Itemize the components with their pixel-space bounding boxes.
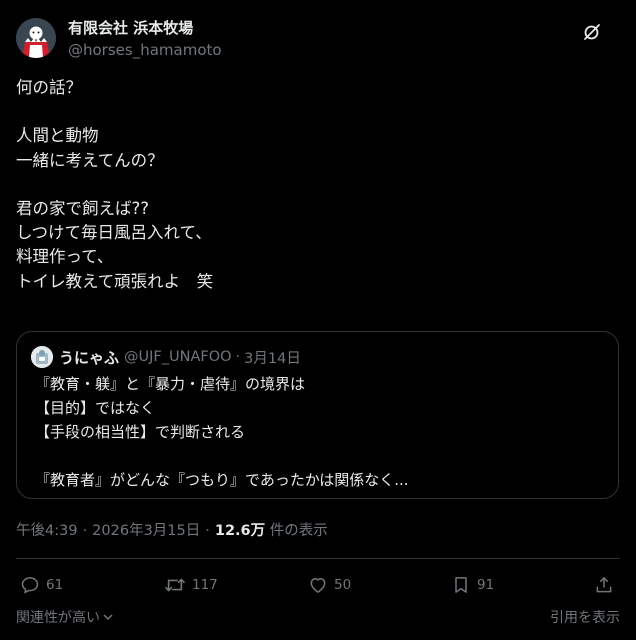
author-names: 有限会社 浜本牧場 @horses_hamamoto bbox=[68, 18, 222, 60]
like-icon bbox=[310, 578, 326, 593]
like-count: 50 bbox=[334, 577, 352, 593]
avatar-image bbox=[16, 18, 56, 58]
meta-separator: · bbox=[82, 523, 88, 539]
relevance-sort-button[interactable]: 関連性が高い bbox=[16, 607, 114, 627]
quoted-post-text: 『教育・躾』と『暴力・虐待』の境界は 【目的】ではなく 【手段の相当性】で判断さ… bbox=[35, 375, 409, 489]
reply-icon bbox=[21, 577, 39, 594]
share-button[interactable] bbox=[594, 572, 620, 598]
repost-count: 117 bbox=[192, 577, 218, 593]
repost-button[interactable]: 117 bbox=[164, 572, 218, 598]
author-handle[interactable]: @horses_hamamoto bbox=[68, 40, 222, 60]
action-bar: 61 117 50 91 bbox=[16, 572, 620, 598]
divider bbox=[16, 558, 620, 559]
post-header: 有限会社 浜本牧場 @horses_hamamoto bbox=[16, 16, 620, 64]
bookmark-button[interactable]: 91 bbox=[451, 572, 494, 598]
post-date[interactable]: 2026年3月15日 bbox=[92, 523, 200, 539]
views-count: 12.6万 bbox=[214, 523, 266, 539]
view-quotes-link[interactable]: 引用を表示 bbox=[550, 607, 620, 627]
like-button[interactable]: 50 bbox=[308, 572, 351, 598]
meta-separator: · bbox=[205, 523, 210, 539]
relevance-label: 関連性が高い bbox=[16, 610, 100, 626]
quoted-post[interactable]: うにゃふ @UJF_UNAFOO · 3月14日 『教育・躾』と『暴力・虐待』の… bbox=[16, 331, 619, 499]
post-footer: 関連性が高い 引用を表示 bbox=[16, 607, 620, 631]
repost-icon bbox=[164, 578, 186, 592]
quoted-avatar bbox=[31, 346, 53, 368]
quoted-post-header: うにゃふ @UJF_UNAFOO · 3月14日 bbox=[31, 346, 301, 368]
reply-button[interactable]: 61 bbox=[20, 572, 63, 598]
share-icon bbox=[596, 576, 612, 593]
post-time[interactable]: 午後4:39 bbox=[16, 523, 78, 539]
reply-count: 61 bbox=[46, 577, 64, 593]
view-quotes-label: 引用を表示 bbox=[550, 610, 620, 626]
quoted-display-name: うにゃふ bbox=[59, 348, 120, 367]
bookmark-count: 91 bbox=[477, 577, 495, 593]
chevron-down-icon bbox=[103, 614, 113, 621]
quoted-date: 3月14日 bbox=[244, 350, 301, 367]
post-meta: 午後4:39 · 2026年3月15日 · 12.6万 件の表示 bbox=[16, 519, 328, 540]
bookmark-icon bbox=[455, 577, 467, 593]
grok-icon[interactable] bbox=[582, 22, 602, 42]
author-display-name[interactable]: 有限会社 浜本牧場 bbox=[68, 18, 222, 38]
quoted-handle: @UJF_UNAFOO bbox=[124, 349, 232, 365]
post-text: 何の話？ 人間と動物 一緒に考えてんの？ 君の家で飼えば?? しつけて毎日風呂入… bbox=[16, 78, 214, 291]
avatar[interactable] bbox=[16, 18, 56, 58]
views-label: 件の表示 bbox=[269, 523, 328, 539]
quoted-separator: · bbox=[235, 349, 241, 365]
